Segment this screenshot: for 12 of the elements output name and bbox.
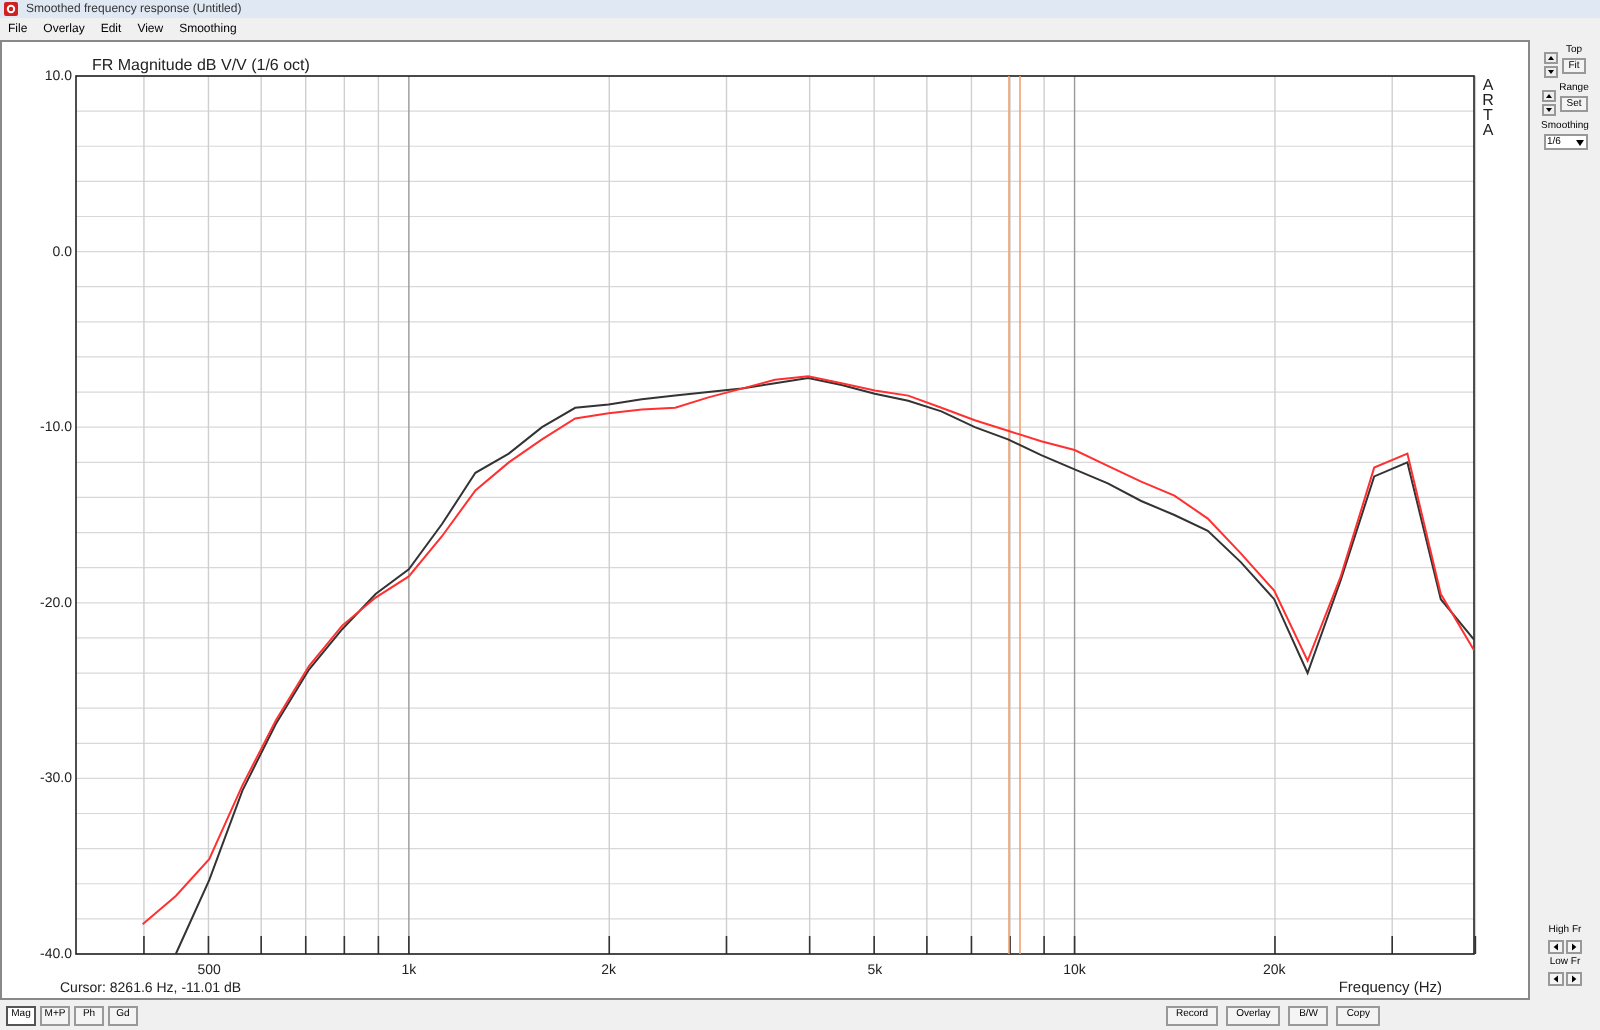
spin-down-icon[interactable] bbox=[1541, 104, 1556, 116]
spin-down-icon[interactable] bbox=[1544, 66, 1559, 78]
left-arrow-button-icon[interactable] bbox=[1548, 972, 1564, 986]
chart-title: FR Magnitude dB V/V (1/6 oct) bbox=[92, 56, 310, 74]
right-arrow-button-icon[interactable] bbox=[1566, 972, 1582, 986]
spin-up-icon[interactable] bbox=[1541, 90, 1556, 102]
left-arrow-button-icon[interactable] bbox=[1548, 940, 1564, 954]
right-arrow-button-icon[interactable] bbox=[1566, 940, 1582, 954]
dropdown-arrow-icon bbox=[1575, 139, 1583, 145]
app-icon bbox=[4, 2, 18, 16]
arta-logo-text: ARTA bbox=[1482, 76, 1494, 139]
spin-up-icon[interactable] bbox=[1544, 52, 1559, 64]
